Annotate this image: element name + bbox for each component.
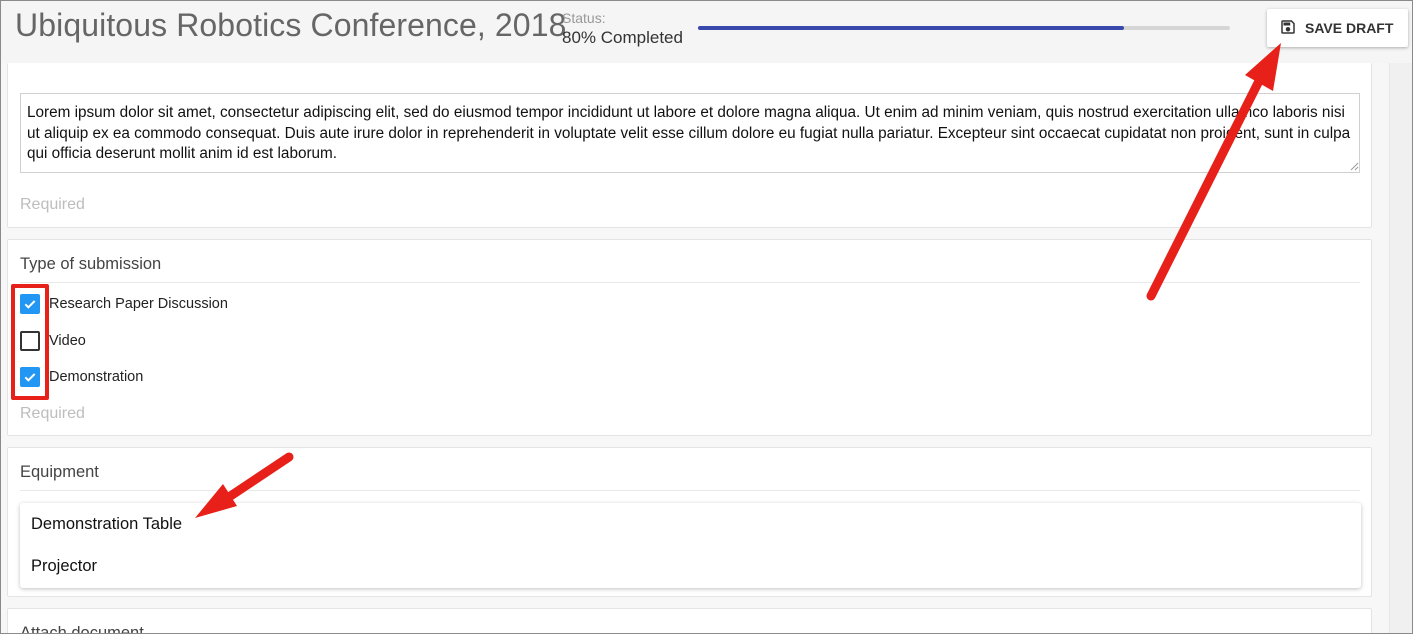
resize-grip-icon[interactable] xyxy=(1349,161,1359,171)
description-textarea[interactable]: Lorem ipsum dolor sit amet, consectetur … xyxy=(20,93,1360,173)
list-item[interactable]: Demonstration Table xyxy=(31,515,182,534)
progress-bar xyxy=(698,26,1230,30)
equipment-list: Demonstration Table Projector xyxy=(20,503,1361,588)
checkbox-option[interactable]: Research Paper Discussion xyxy=(20,294,228,314)
app-window: Ubiquitous Robotics Conference, 2018 Sta… xyxy=(0,0,1413,634)
list-item[interactable]: Projector xyxy=(31,557,97,576)
description-card: Lorem ipsum dolor sit amet, consectetur … xyxy=(7,63,1372,228)
status-label: Status: xyxy=(562,10,606,26)
page-title: Ubiquitous Robotics Conference, 2018 xyxy=(15,7,567,43)
attach-document-card: Attach document xyxy=(7,608,1372,634)
checkbox-label: Research Paper Discussion xyxy=(49,296,228,312)
checkbox-label: Demonstration xyxy=(49,369,144,385)
submission-hint: Required xyxy=(20,405,85,422)
floppy-disk-icon xyxy=(1279,18,1297,39)
section-title: Equipment xyxy=(20,463,99,481)
equipment-card: Equipment Demonstration Table Projector xyxy=(7,447,1372,597)
divider xyxy=(20,282,1360,283)
submission-type-card: Type of submission Research Paper Discus… xyxy=(7,239,1372,436)
header-bar: Ubiquitous Robotics Conference, 2018 Sta… xyxy=(1,1,1412,63)
divider xyxy=(20,490,1360,491)
save-draft-button[interactable]: SAVE DRAFT xyxy=(1267,9,1408,47)
section-title: Type of submission xyxy=(20,255,162,273)
status-value: 80% Completed xyxy=(562,28,683,47)
annotation-highlight-box xyxy=(11,284,49,400)
scrollbar-track[interactable] xyxy=(1389,63,1412,633)
checkbox-label: Video xyxy=(49,333,86,349)
save-draft-label: SAVE DRAFT xyxy=(1305,20,1394,36)
progress-fill xyxy=(698,26,1124,30)
description-hint: Required xyxy=(20,196,85,213)
section-title: Attach document xyxy=(20,624,144,634)
